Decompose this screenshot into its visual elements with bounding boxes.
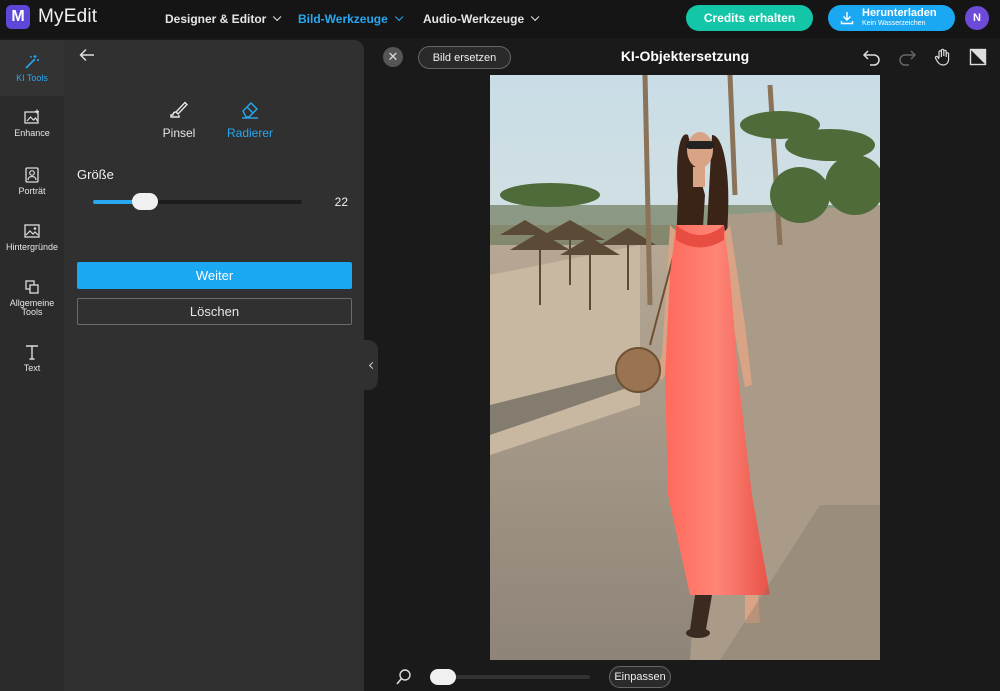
logo-mark: M (6, 5, 30, 29)
sidebar-item-label: KI Tools (16, 73, 48, 83)
eraser-icon (242, 102, 258, 119)
magic-wand-icon (25, 55, 39, 69)
general-tools-icon (25, 280, 39, 294)
nav-label: Bild-Werkzeuge (298, 12, 388, 26)
sidebar-item-label: Enhance (14, 128, 50, 138)
chevron-down-icon (394, 12, 404, 22)
download-icon (840, 12, 854, 25)
beach-photo-illustration (490, 75, 880, 660)
replace-image-button[interactable]: Bild ersetzen (418, 46, 511, 69)
size-label: Größe (77, 167, 114, 182)
portrait-icon (25, 167, 39, 183)
credits-button[interactable]: Credits erhalten (686, 5, 813, 31)
download-label: Herunterladen (862, 7, 937, 19)
nav-bild-werkzeuge[interactable]: Bild-Werkzeuge (298, 0, 404, 38)
zoom-icon[interactable] (395, 668, 413, 686)
size-value: 22 (334, 195, 348, 209)
zoom-slider-thumb[interactable] (430, 669, 456, 685)
back-arrow-icon[interactable] (79, 48, 95, 62)
hand-pan-icon[interactable] (933, 47, 953, 67)
tool-label: Pinsel (162, 126, 196, 140)
tool-brush[interactable]: Pinsel (149, 98, 209, 140)
sidebar-item-label: Porträt (18, 186, 46, 196)
sidebar-item-portraet[interactable]: Porträt (0, 166, 64, 196)
text-icon (26, 345, 38, 360)
delete-button[interactable]: Löschen (77, 298, 352, 325)
download-button[interactable]: Herunterladen Kein Wasserzeichen (828, 5, 955, 31)
tool-label: Radierer (226, 126, 274, 140)
canvas-image[interactable] (490, 75, 880, 660)
background-icon (24, 224, 40, 238)
nav-audio-werkzeuge[interactable]: Audio-Werkzeuge (423, 0, 540, 38)
size-slider-fill (93, 200, 137, 204)
nav-label: Audio-Werkzeuge (423, 12, 525, 26)
canvas-title: KI-Objektersetzung (620, 48, 750, 64)
top-bar: M MyEdit Designer & Editor Bild-Werkzeug… (0, 0, 1000, 38)
sidebar-item-label: Text (23, 363, 41, 373)
fit-button[interactable]: Einpassen (609, 666, 671, 688)
chevron-down-icon (531, 12, 540, 22)
sidebar-item-hintergruende[interactable]: Hintergründe (0, 222, 64, 252)
avatar[interactable]: N (965, 6, 989, 30)
continue-button[interactable]: Weiter (77, 262, 352, 289)
sidebar-item-label: Allgemeine Tools (9, 298, 55, 317)
nav-designer-editor[interactable]: Designer & Editor (165, 0, 282, 38)
compare-icon[interactable] (968, 47, 988, 67)
sidebar-item-label: Hintergründe (5, 242, 59, 252)
chevron-left-icon (368, 361, 376, 369)
brush-icon (170, 101, 188, 118)
app-logo[interactable]: M MyEdit (6, 5, 97, 29)
sidebar-item-ki-tools[interactable]: KI Tools (0, 40, 64, 96)
download-sublabel: Kein Wasserzeichen (862, 20, 926, 27)
close-icon: ✕ (387, 49, 399, 64)
close-button[interactable]: ✕ (383, 47, 403, 67)
collapse-panel-handle[interactable] (364, 340, 378, 390)
sidebar: KI Tools Enhance Porträt Hintergründe Al… (0, 40, 64, 691)
tool-eraser[interactable]: Radierer (220, 98, 280, 140)
sidebar-item-allgemeine-tools[interactable]: Allgemeine Tools (0, 278, 64, 317)
size-slider-thumb[interactable] (131, 193, 158, 210)
nav-label: Designer & Editor (165, 12, 267, 26)
redo-icon[interactable] (897, 47, 917, 67)
chevron-down-icon (273, 12, 282, 22)
enhance-icon (24, 109, 39, 124)
app-name: MyEdit (38, 6, 98, 27)
sidebar-item-text[interactable]: Text (0, 343, 64, 373)
sidebar-item-enhance[interactable]: Enhance (0, 108, 64, 138)
undo-icon[interactable] (862, 47, 882, 67)
tool-panel (64, 40, 364, 691)
